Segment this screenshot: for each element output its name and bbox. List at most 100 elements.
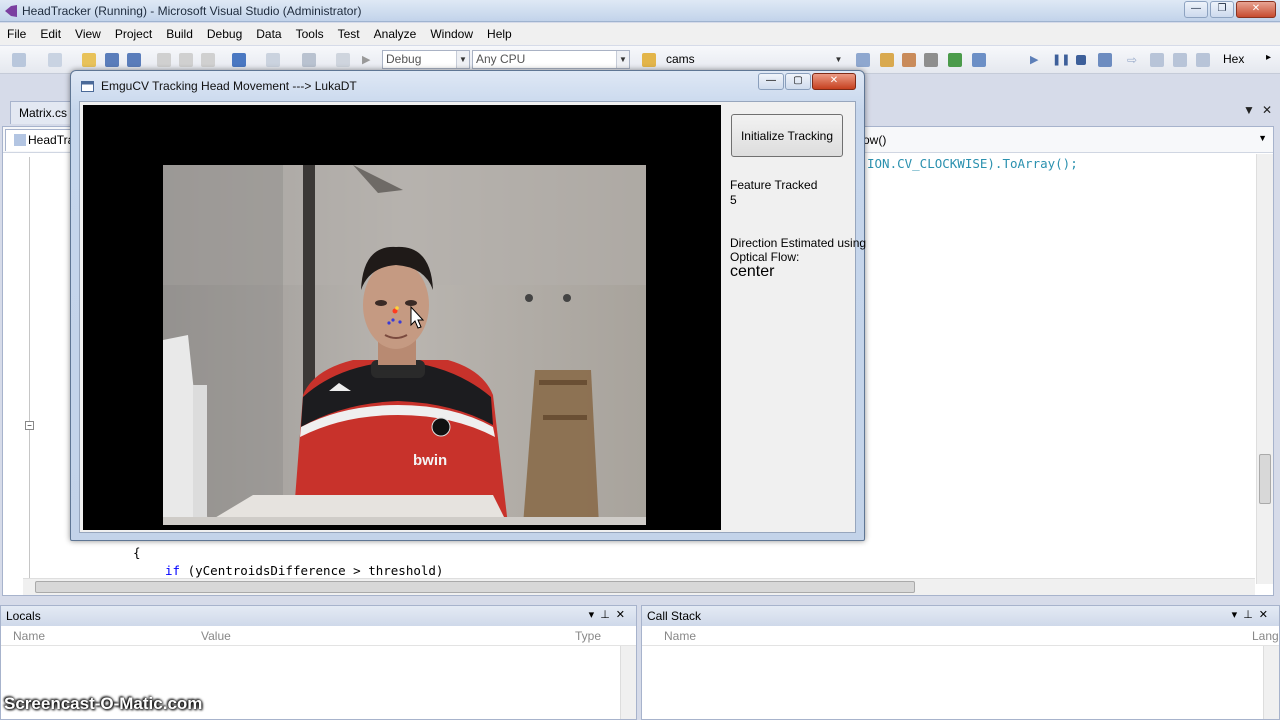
navigate-backward-icon[interactable]: [302, 53, 316, 67]
minimize-icon[interactable]: —: [758, 73, 784, 90]
menu-analyze[interactable]: Analyze: [367, 23, 424, 45]
paste-icon[interactable]: [201, 53, 215, 67]
outline-gutter: [29, 157, 30, 587]
menu-view[interactable]: View: [68, 23, 108, 45]
code-line-brace: {: [133, 545, 141, 560]
find-icon[interactable]: [856, 53, 870, 67]
add-item-icon[interactable]: [48, 53, 62, 67]
open-folder-icon[interactable]: [82, 53, 96, 67]
column-name[interactable]: Name: [13, 629, 45, 643]
feature-tracked-label: Feature Tracked: [730, 178, 818, 192]
menu-file[interactable]: File: [0, 23, 33, 45]
tab-matrix-cs[interactable]: Matrix.cs: [10, 101, 76, 124]
save-all-icon[interactable]: [127, 53, 141, 67]
solution-configuration-value: Debug: [386, 52, 422, 66]
undo-icon[interactable]: [232, 53, 246, 67]
step-over-icon[interactable]: [1173, 53, 1187, 67]
close-document-icon[interactable]: ✕: [1262, 103, 1272, 117]
restart-icon[interactable]: [1098, 53, 1112, 67]
column-language[interactable]: Lang: [1252, 629, 1279, 643]
chevron-down-icon: ▼: [834, 55, 843, 64]
find-combo-value: cams: [666, 52, 695, 66]
emgucv-tracking-window: EmguCV Tracking Head Movement ---> LukaD…: [70, 70, 866, 541]
show-next-statement-icon[interactable]: ⇨: [1127, 53, 1141, 67]
webcam-image: bwin: [163, 165, 646, 525]
call-stack-panel: Call Stack ▾⊥✕ Name Lang: [641, 605, 1280, 720]
pause-icon[interactable]: ❚❚: [1052, 53, 1070, 67]
editor-horizontal-scrollbar[interactable]: [23, 578, 1255, 595]
start-page-icon[interactable]: [972, 53, 986, 67]
csharp-file-icon: [14, 134, 26, 146]
solution-platform-select[interactable]: Any CPU ▼: [472, 50, 630, 69]
code-line-rotate-text: ION.CV_CLOCKWISE).ToArray();: [867, 156, 1078, 171]
column-value[interactable]: Value: [201, 629, 231, 643]
locals-panel-title: Locals: [6, 609, 41, 623]
chevron-down-icon[interactable]: ▼: [1258, 133, 1267, 143]
column-name[interactable]: Name: [664, 629, 696, 643]
solution-explorer-icon[interactable]: [880, 53, 894, 67]
navigate-forward-icon[interactable]: [336, 53, 350, 67]
panel-controls[interactable]: ▾⊥✕: [589, 608, 631, 621]
menu-data[interactable]: Data: [249, 23, 288, 45]
tracked-feature-point: [395, 306, 399, 310]
step-out-icon[interactable]: [1196, 53, 1210, 67]
close-icon[interactable]: ✕: [1236, 1, 1276, 18]
code-line-rotate: ION.CV_CLOCKWISE).ToArray();: [867, 156, 1078, 171]
object-browser-icon[interactable]: [948, 53, 962, 67]
copy-icon[interactable]: [179, 53, 193, 67]
toolbox-icon[interactable]: [924, 53, 938, 67]
stop-icon[interactable]: [1076, 55, 1086, 65]
collapse-region-icon[interactable]: −: [25, 421, 34, 430]
solution-configuration-select[interactable]: Debug ▼: [382, 50, 470, 69]
save-icon[interactable]: [105, 53, 119, 67]
menu-window[interactable]: Window: [423, 23, 480, 45]
initialize-tracking-button[interactable]: Initialize Tracking: [731, 114, 843, 157]
new-project-icon[interactable]: [12, 53, 26, 67]
menu-tools[interactable]: Tools: [289, 23, 331, 45]
step-into-icon[interactable]: [1150, 53, 1164, 67]
maximize-icon[interactable]: ▢: [785, 73, 811, 90]
call-stack-column-headers: Name Lang: [642, 626, 1279, 646]
direction-value: center: [730, 263, 775, 280]
close-icon[interactable]: ✕: [812, 73, 856, 90]
redo-icon[interactable]: [266, 53, 280, 67]
vs-caption-buttons: — ❐ ✕: [1184, 1, 1276, 18]
panel-controls[interactable]: ▾⊥✕: [1232, 608, 1274, 621]
toolbar-overflow-icon[interactable]: ▸: [1266, 52, 1271, 63]
scrollbar-thumb[interactable]: [35, 581, 915, 593]
column-type[interactable]: Type: [575, 629, 601, 643]
restore-icon[interactable]: ❐: [1210, 1, 1234, 18]
active-files-dropdown-icon[interactable]: ▼: [1243, 103, 1255, 117]
cut-icon[interactable]: [157, 53, 171, 67]
emgucv-caption-buttons: — ▢ ✕: [758, 73, 856, 90]
find-in-files-icon[interactable]: [642, 53, 656, 67]
direction-label-line2: Optical Flow:: [730, 250, 800, 264]
menu-debug[interactable]: Debug: [200, 23, 249, 45]
hex-display-toggle[interactable]: Hex: [1223, 52, 1244, 66]
start-debugging-icon[interactable]: ▶: [362, 53, 376, 67]
properties-icon[interactable]: [902, 53, 916, 67]
code-if-condition: (yCentroidsDifference > threshold): [180, 563, 444, 578]
minimize-icon[interactable]: —: [1184, 1, 1208, 18]
locals-column-headers: Name Value Type: [1, 626, 636, 646]
continue-icon[interactable]: ▶: [1030, 53, 1044, 67]
menu-help[interactable]: Help: [480, 23, 519, 45]
menu-test[interactable]: Test: [331, 23, 367, 45]
chevron-down-icon: ▼: [616, 51, 629, 68]
solution-platform-value: Any CPU: [476, 52, 526, 66]
menu-build[interactable]: Build: [159, 23, 200, 45]
locals-panel-header: Locals ▾⊥✕: [1, 606, 636, 626]
form-icon: [81, 81, 94, 92]
scrollbar-thumb[interactable]: [1259, 454, 1271, 504]
call-stack-scrollbar[interactable]: [1263, 646, 1279, 719]
jersey-sponsor-logo: bwin: [413, 452, 447, 469]
emgucv-window-title: EmguCV Tracking Head Movement ---> LukaD…: [101, 79, 357, 93]
tracked-feature-point: [391, 318, 395, 322]
menu-edit[interactable]: Edit: [33, 23, 68, 45]
locals-scrollbar[interactable]: [620, 646, 636, 719]
menu-project[interactable]: Project: [108, 23, 159, 45]
editor-vertical-scrollbar[interactable]: [1256, 154, 1273, 584]
member-dropdown-value[interactable]: ow(): [863, 133, 886, 147]
vs-menubar: File Edit View Project Build Debug Data …: [0, 23, 1280, 45]
find-combo[interactable]: cams ▼: [662, 50, 846, 69]
